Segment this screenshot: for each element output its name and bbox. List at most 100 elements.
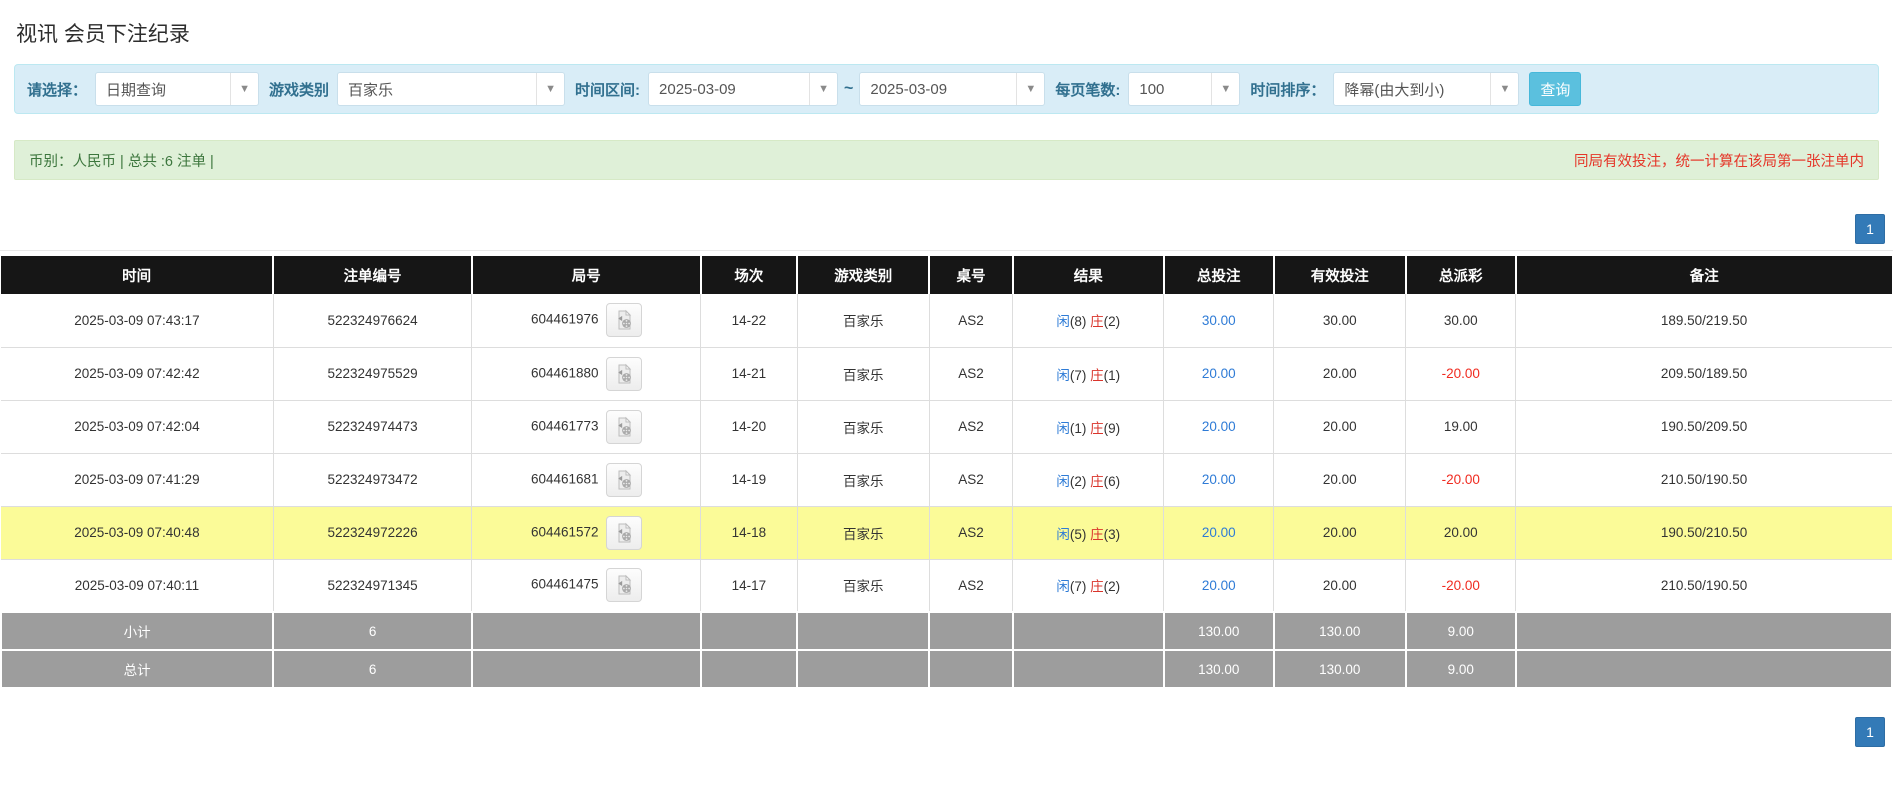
result-banker-score: (9)	[1103, 420, 1121, 436]
video-replay-button[interactable]	[605, 409, 642, 444]
subtotal-valid-bet: 130.00	[1272, 611, 1407, 651]
cell-round-no: 604461880	[471, 347, 702, 401]
result-player-score: (7)	[1069, 367, 1087, 383]
result-banker-label: 庄	[1090, 473, 1104, 489]
video-file-icon	[617, 416, 631, 436]
total-bet-link[interactable]: 20.00	[1202, 472, 1236, 487]
video-replay-button[interactable]	[605, 515, 642, 550]
cell-total-bet: 20.00	[1163, 559, 1275, 613]
query-type-select[interactable]: 日期查询 ▼	[95, 72, 260, 106]
date-range-tilde: ~	[844, 80, 854, 97]
total-bet-link[interactable]: 20.00	[1202, 578, 1236, 593]
header-time: 时间	[1, 256, 275, 294]
summary-bar: 币别：人民币 | 总共 :6 注单 | 同局有效投注，统一计算在该局第一张注单内	[14, 140, 1879, 180]
table-header-row: 时间 注单编号 局号 场次 游戏类别 桌号 结果 总投注 有效投注 总派彩 备注	[1, 256, 1892, 294]
cell-bet-no: 522324975529	[273, 347, 473, 401]
cell-valid-bet: 20.00	[1273, 559, 1407, 613]
date-to-value: 2025-03-09	[870, 80, 948, 98]
cell-table-no: AS2	[929, 559, 1014, 613]
chevron-down-icon: ▼	[536, 73, 564, 105]
cell-payout: 19.00	[1405, 400, 1517, 454]
page-size-value: 100	[1139, 80, 1165, 98]
result-player-score: (5)	[1069, 526, 1087, 542]
game-category-select[interactable]: 百家乐 ▼	[337, 72, 566, 106]
round-no-text: 604461475	[530, 576, 599, 592]
video-replay-button[interactable]	[605, 462, 642, 497]
cell-table-no: AS2	[929, 453, 1014, 507]
cell-valid-bet: 20.00	[1273, 506, 1407, 560]
total-bet-link[interactable]: 20.00	[1202, 525, 1236, 540]
cell-bet-no: 522324972226	[273, 506, 473, 560]
grand-total-row: 总计 6 130.00 130.00 9.00	[0, 649, 1893, 689]
date-from-select[interactable]: 2025-03-09 ▼	[648, 72, 839, 106]
header-table-no: 桌号	[929, 256, 1014, 294]
header-note: 备注	[1515, 256, 1892, 294]
cell-valid-bet: 20.00	[1273, 400, 1407, 454]
result-banker-score: (3)	[1103, 526, 1121, 542]
result-player-label: 闲	[1056, 526, 1070, 542]
result-banker-label: 庄	[1090, 420, 1104, 436]
currency-total-text: 币别：人民币 | 总共 :6 注单 |	[29, 153, 214, 170]
cell-bet-no: 522324971345	[273, 559, 473, 613]
total-bet-link[interactable]: 20.00	[1202, 366, 1236, 381]
page-size-select[interactable]: 100 ▼	[1128, 72, 1241, 106]
sort-order-value: 降幂(由大到小)	[1344, 81, 1445, 99]
result-player-label: 闲	[1056, 579, 1070, 595]
table-row: 2025-03-09 07:40:48 522324972226 6044615…	[1, 506, 1892, 560]
header-valid-bet: 有效投注	[1273, 256, 1407, 294]
result-banker-label: 庄	[1090, 314, 1104, 330]
cell-total-bet: 20.00	[1163, 453, 1275, 507]
cell-table-no: AS2	[929, 294, 1014, 348]
round-no-text: 604461681	[530, 471, 599, 487]
cell-note: 210.50/190.50	[1515, 453, 1892, 507]
page-1-button[interactable]: 1	[1855, 717, 1885, 747]
date-from-value: 2025-03-09	[659, 80, 736, 98]
cell-note: 190.50/210.50	[1515, 506, 1892, 560]
result-banker-score: (2)	[1103, 579, 1121, 595]
cell-valid-bet: 30.00	[1273, 294, 1407, 348]
valid-bet-notice: 同局有效投注，统一计算在该局第一张注单内	[1574, 153, 1864, 170]
video-file-icon	[617, 522, 631, 542]
result-player-label: 闲	[1056, 420, 1070, 436]
table-row: 2025-03-09 07:43:17 522324976624 6044619…	[1, 294, 1892, 348]
result-player-score: (2)	[1069, 473, 1087, 489]
result-player-score: (1)	[1069, 420, 1087, 436]
chevron-down-icon: ▼	[1211, 73, 1239, 105]
page-1-button[interactable]: 1	[1855, 214, 1885, 244]
pagination-bottom: 1	[0, 717, 1893, 753]
cell-note: 210.50/190.50	[1515, 559, 1892, 613]
cell-result: 闲(2) 庄(6)	[1012, 453, 1165, 507]
cell-time: 2025-03-09 07:42:42	[1, 347, 274, 401]
total-bet-link[interactable]: 30.00	[1202, 313, 1236, 328]
cell-valid-bet: 20.00	[1273, 453, 1407, 507]
total-bet-link[interactable]: 20.00	[1202, 419, 1236, 434]
video-replay-button[interactable]	[605, 303, 642, 338]
search-button[interactable]: 查询	[1529, 72, 1582, 106]
cell-time: 2025-03-09 07:42:04	[1, 400, 274, 454]
round-no-text: 604461976	[530, 311, 599, 327]
sort-order-select[interactable]: 降幂(由大到小) ▼	[1333, 72, 1520, 106]
video-replay-button[interactable]	[605, 356, 642, 391]
cell-session: 14-18	[700, 506, 798, 560]
video-file-icon	[617, 469, 631, 489]
video-replay-button[interactable]	[605, 568, 642, 603]
subtotal-row: 小计 6 130.00 130.00 9.00	[0, 611, 1893, 651]
header-payout: 总派彩	[1405, 256, 1517, 294]
round-no-text: 604461880	[530, 365, 599, 381]
cell-note: 209.50/189.50	[1515, 347, 1892, 401]
date-to-select[interactable]: 2025-03-09 ▼	[859, 72, 1046, 106]
subtotal-total-bet: 130.00	[1162, 611, 1275, 651]
header-result: 结果	[1012, 256, 1165, 294]
subtotal-label: 小计	[0, 611, 275, 651]
page-size-label: 每页笔数:	[1055, 81, 1121, 99]
sort-order-label: 时间排序：	[1250, 81, 1326, 99]
chevron-down-icon: ▼	[809, 73, 837, 105]
cell-time: 2025-03-09 07:40:48	[1, 506, 274, 560]
cell-total-bet: 20.00	[1163, 347, 1275, 401]
header-game-category: 游戏类别	[797, 256, 931, 294]
grand-total-total-bet: 130.00	[1162, 649, 1275, 689]
result-banker-label: 庄	[1090, 526, 1104, 542]
cell-table-no: AS2	[929, 506, 1014, 560]
header-total-bet: 总投注	[1163, 256, 1275, 294]
cell-total-bet: 20.00	[1163, 400, 1275, 454]
